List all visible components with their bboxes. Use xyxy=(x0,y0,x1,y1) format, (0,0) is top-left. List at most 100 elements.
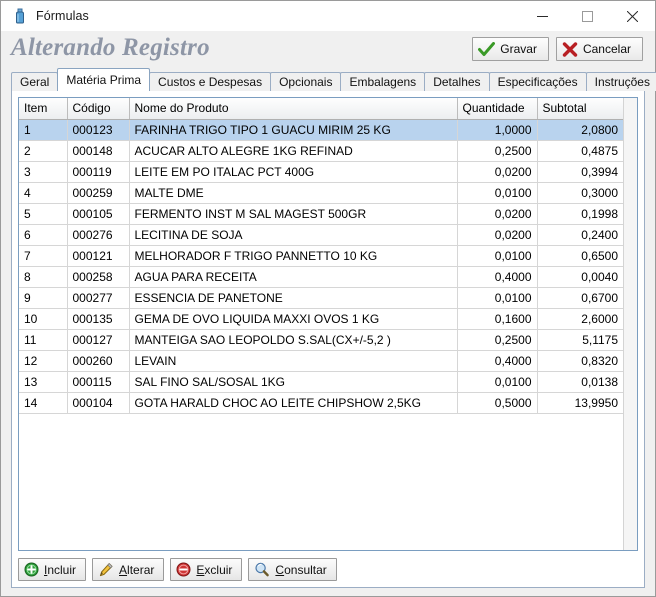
cell-subtotal: 0,3994 xyxy=(537,161,623,183)
tab-geral[interactable]: Geral xyxy=(11,72,59,91)
cell-subtotal: 5,1175 xyxy=(537,329,623,351)
consultar-accel: C xyxy=(275,562,285,577)
cell-subtotal: 2,6000 xyxy=(537,308,623,330)
cell-quantidade: 0,0200 xyxy=(457,161,538,183)
cell-item: 7 xyxy=(19,245,68,267)
cell-subtotal: 0,0040 xyxy=(537,266,623,288)
cell-codigo: 000259 xyxy=(67,182,130,204)
action-button-bar: Incluir Alterar Excluir Consultar xyxy=(18,551,638,581)
alterar-button[interactable]: Alterar xyxy=(92,558,165,581)
cell-codigo: 000121 xyxy=(67,245,130,267)
x-icon xyxy=(562,41,578,57)
table-row[interactable]: 5 000105 FERMENTO INST M SAL MAGEST 500GR 0… xyxy=(19,203,623,225)
column-header-quantidade[interactable]: Quantidade xyxy=(457,98,538,120)
cell-item: 11 xyxy=(19,329,68,351)
column-header-subtotal[interactable]: Subtotal xyxy=(537,98,623,120)
window-title: Fórmulas xyxy=(36,9,89,23)
formulas-window: Fórmulas Alterando Registro Gravar Cance… xyxy=(0,0,656,597)
cell-subtotal: 0,2400 xyxy=(537,224,623,246)
table-row[interactable]: 10 000135 GEMA DE OVO LIQUIDA MAXXI OVOS 1… xyxy=(19,308,623,330)
cell-codigo: 000123 xyxy=(67,119,130,141)
table-row[interactable]: 11 000127 MANTEIGA SAO LEOPOLDO S.SAL(CX+/… xyxy=(19,329,623,351)
cell-subtotal: 2,0800 xyxy=(537,119,623,141)
cell-codigo: 000127 xyxy=(67,329,130,351)
excluir-button[interactable]: Excluir xyxy=(170,558,243,581)
cell-item: 12 xyxy=(19,350,68,372)
table-header-row: Item Código Nome do Produto Quantidade S… xyxy=(19,98,623,120)
incluir-rest: ncluir xyxy=(47,562,77,577)
table-row[interactable]: 9 000277 ESSENCIA DE PANETONE 0,0100 0,6700 xyxy=(19,287,623,309)
cell-quantidade: 0,0200 xyxy=(457,203,538,225)
column-header-item[interactable]: Item xyxy=(19,98,68,120)
cell-subtotal: 0,6700 xyxy=(537,287,623,309)
cell-nome: GEMA DE OVO LIQUIDA MAXXI OVOS 1 KG xyxy=(129,308,458,330)
close-icon[interactable] xyxy=(610,1,655,31)
grid-vertical-scrollbar[interactable] xyxy=(623,98,637,550)
cell-nome: MANTEIGA SAO LEOPOLDO S.SAL(CX+/-5,2 ) xyxy=(129,329,458,351)
tab-strip: Geral Matéria Prima Custos e Despesas Op… xyxy=(11,68,656,91)
alterar-button-label: Alterar xyxy=(119,563,154,577)
cell-codigo: 000148 xyxy=(67,140,130,162)
cell-subtotal: 0,1998 xyxy=(537,203,623,225)
window-controls xyxy=(520,1,655,31)
minimize-icon[interactable] xyxy=(520,1,565,31)
cell-item: 2 xyxy=(19,140,68,162)
tab-detalhes[interactable]: Detalhes xyxy=(424,72,490,91)
tab-opcionais[interactable]: Opcionais xyxy=(270,72,342,91)
cell-quantidade: 0,5000 xyxy=(457,392,538,414)
save-button[interactable]: Gravar xyxy=(472,37,549,61)
products-table: Item Código Nome do Produto Quantidade S… xyxy=(19,98,623,414)
cell-item: 5 xyxy=(19,203,68,225)
alterar-accel: A xyxy=(119,562,128,577)
table-body: 1 000123 FARINHA TRIGO TIPO 1 GUACU MIRIM … xyxy=(19,119,623,414)
table-row[interactable]: 13 000115 SAL FINO SAL/SOSAL 1KG 0,0100 0,01… xyxy=(19,371,623,393)
cell-nome: MELHORADOR F TRIGO PANNETTO 10 KG xyxy=(129,245,458,267)
maximize-icon[interactable] xyxy=(565,1,610,31)
column-header-codigo[interactable]: Código xyxy=(67,98,130,120)
cell-subtotal: 13,9950 xyxy=(537,392,623,414)
table-row[interactable]: 2 000148 ACUCAR ALTO ALEGRE 1KG REFINAD 0,2… xyxy=(19,140,623,162)
materia-prima-grid[interactable]: Item Código Nome do Produto Quantidade S… xyxy=(18,97,638,551)
cell-item: 10 xyxy=(19,308,68,330)
incluir-button[interactable]: Incluir xyxy=(18,558,87,581)
pencil-icon xyxy=(98,562,114,577)
cell-codigo: 000276 xyxy=(67,224,130,246)
table-row[interactable]: 4 000259 MALTE DME 0,0100 0,3000 xyxy=(19,182,623,204)
tab-embalagens[interactable]: Embalagens xyxy=(340,72,426,91)
cell-subtotal: 0,6500 xyxy=(537,245,623,267)
table-row[interactable]: 14 000104 GOTA HARALD CHOC AO LEITE CHIPSH… xyxy=(19,392,623,414)
cell-codigo: 000135 xyxy=(67,308,130,330)
cell-quantidade: 1,0000 xyxy=(457,119,538,141)
cell-codigo: 000277 xyxy=(67,287,130,309)
column-header-nome[interactable]: Nome do Produto xyxy=(129,98,458,120)
excluir-button-label: Excluir xyxy=(196,563,232,577)
tab-custos-e-despesas[interactable]: Custos e Despesas xyxy=(149,72,272,91)
table-row[interactable]: 3 000119 LEITE EM PO ITALAC PCT 400G 0,0200… xyxy=(19,161,623,183)
cell-codigo: 000119 xyxy=(67,161,130,183)
cell-quantidade: 0,0100 xyxy=(457,287,538,309)
table-row[interactable]: 8 000258 AGUA PARA RECEITA 0,4000 0,0040 xyxy=(19,266,623,288)
tab-instrucoes[interactable]: Instruções xyxy=(585,72,656,91)
cell-item: 6 xyxy=(19,224,68,246)
page-title: Alterando Registro xyxy=(11,34,210,61)
save-button-label: Gravar xyxy=(500,42,537,56)
cell-item: 4 xyxy=(19,182,68,204)
table-row[interactable]: 6 000276 LECITINA DE SOJA 0,0200 0,2400 xyxy=(19,224,623,246)
table-row[interactable]: 1 000123 FARINHA TRIGO TIPO 1 GUACU MIRIM … xyxy=(19,119,623,141)
cancel-button[interactable]: Cancelar xyxy=(555,37,643,61)
tab-especificacoes[interactable]: Especificações xyxy=(488,72,587,91)
consultar-button[interactable]: Consultar xyxy=(248,558,337,581)
tab-materia-prima[interactable]: Matéria Prima xyxy=(57,68,151,91)
cell-subtotal: 0,8320 xyxy=(537,350,623,372)
cell-item: 13 xyxy=(19,371,68,393)
header-band: Alterando Registro Gravar Cancelar xyxy=(1,31,655,69)
table-header: Item Código Nome do Produto Quantidade S… xyxy=(19,98,623,120)
cell-nome: FERMENTO INST M SAL MAGEST 500GR xyxy=(129,203,458,225)
cell-quantidade: 0,4000 xyxy=(457,350,538,372)
cell-nome: LEITE EM PO ITALAC PCT 400G xyxy=(129,161,458,183)
cell-quantidade: 0,2500 xyxy=(457,140,538,162)
table-row[interactable]: 7 000121 MELHORADOR F TRIGO PANNETTO 10 KG… xyxy=(19,245,623,267)
cell-quantidade: 0,0100 xyxy=(457,371,538,393)
cell-quantidade: 0,4000 xyxy=(457,266,538,288)
table-row[interactable]: 12 000260 LEVAIN 0,4000 0,8320 xyxy=(19,350,623,372)
